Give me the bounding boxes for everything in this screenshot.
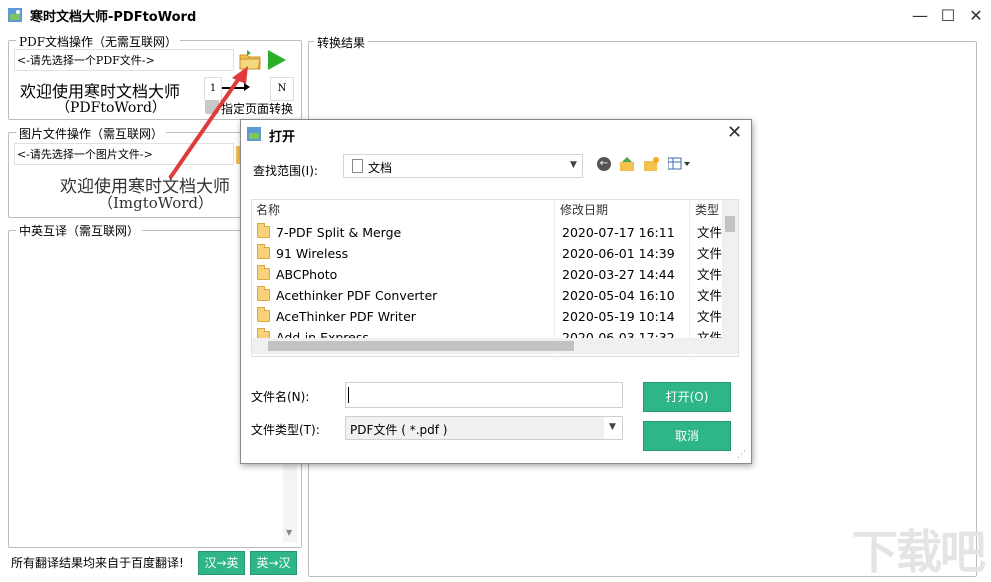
filetype-select[interactable]: PDF文件 ( *.pdf ) ▼	[345, 416, 623, 440]
file-row[interactable]: ABCPhoto 2020-03-27 14:44 文件	[252, 264, 732, 285]
document-icon	[352, 159, 363, 173]
folder-icon	[257, 244, 270, 259]
file-list[interactable]: 名称 修改日期 类型 7-PDF Split & Merge 2020-07-1…	[251, 199, 739, 357]
open-button[interactable]: 打开(O)	[643, 382, 731, 412]
folder-icon	[257, 223, 270, 238]
lookin-value: 文档	[368, 161, 393, 175]
close-window-button[interactable]: ✕	[962, 2, 990, 28]
translate-footer-note: 所有翻译结果均来自于百度翻译!	[11, 556, 184, 570]
image-panel-legend: 图片文件操作（需互联网）	[16, 125, 167, 142]
column-date[interactable]: 修改日期	[560, 200, 608, 220]
file-row[interactable]: Acethinker PDF Converter 2020-05-04 16:1…	[252, 285, 732, 306]
scroll-down-icon[interactable]: ▼	[286, 528, 292, 537]
folder-icon	[257, 307, 270, 322]
minimize-button[interactable]: —	[906, 2, 934, 28]
new-folder-icon[interactable]	[643, 156, 659, 172]
cancel-button[interactable]: 取消	[643, 421, 731, 451]
pdf-welcome-subtitle: （PDFtoWord）	[56, 100, 166, 116]
app-logo-icon	[8, 8, 22, 22]
folder-icon	[257, 286, 270, 301]
filetype-label: 文件类型(T):	[251, 423, 320, 437]
column-type[interactable]: 类型	[695, 200, 719, 220]
image-welcome-subtitle: （ImgtoWord）	[98, 194, 214, 212]
dialog-close-button[interactable]: ✕	[727, 122, 742, 143]
maximize-button[interactable]: ☐	[934, 2, 962, 28]
lookin-select[interactable]: 文档 ▼	[343, 154, 583, 178]
watermark-logo: 下载吧	[852, 525, 986, 579]
filetype-value: PDF文件 ( *.pdf )	[350, 423, 448, 437]
window-title: 寒时文档大师-PDFtoWord	[30, 10, 197, 25]
filename-input[interactable]	[345, 382, 623, 408]
hscroll-thumb[interactable]	[268, 341, 574, 351]
up-folder-icon[interactable]	[619, 156, 635, 172]
lookin-label: 查找范围(I):	[253, 164, 318, 178]
page-to-field[interactable]: N	[270, 77, 294, 101]
text-caret	[348, 387, 349, 403]
file-row[interactable]: 7-PDF Split & Merge 2020-07-17 16:11 文件	[252, 222, 732, 243]
open-file-dialog: 打开 ✕ 查找范围(I): 文档 ▼ ← 名称 修改日期 类型 7-PDF Sp…	[240, 119, 752, 464]
column-name[interactable]: 名称	[256, 200, 280, 220]
vscroll-thumb[interactable]	[725, 216, 735, 232]
file-list-hscrollbar[interactable]	[252, 338, 738, 354]
convert-play-icon[interactable]	[266, 48, 288, 72]
translate-panel-legend: 中英互译（需互联网）	[16, 222, 143, 239]
chevron-down-icon: ▼	[570, 160, 577, 170]
file-row[interactable]: AceThinker PDF Writer 2020-05-19 10:14 文…	[252, 306, 732, 327]
file-row[interactable]: 91 Wireless 2020-06-01 14:39 文件	[252, 243, 732, 264]
pdf-panel-legend: PDF文档操作（无需互联网）	[16, 33, 181, 50]
view-menu-icon[interactable]	[667, 157, 694, 171]
en-to-cn-button[interactable]: 英→汉	[250, 551, 297, 575]
chevron-down-icon: ▼	[609, 422, 616, 432]
resize-grip-icon[interactable]: ⋰	[737, 450, 746, 460]
dialog-app-icon	[247, 127, 261, 141]
result-panel-legend: 转换结果	[314, 34, 369, 51]
folder-icon	[257, 265, 270, 280]
dialog-title: 打开	[269, 130, 296, 145]
filename-label: 文件名(N):	[251, 390, 310, 404]
file-list-vscrollbar[interactable]	[722, 200, 738, 338]
cn-to-en-button[interactable]: 汉→英	[198, 551, 245, 575]
back-icon[interactable]: ←	[597, 157, 611, 171]
